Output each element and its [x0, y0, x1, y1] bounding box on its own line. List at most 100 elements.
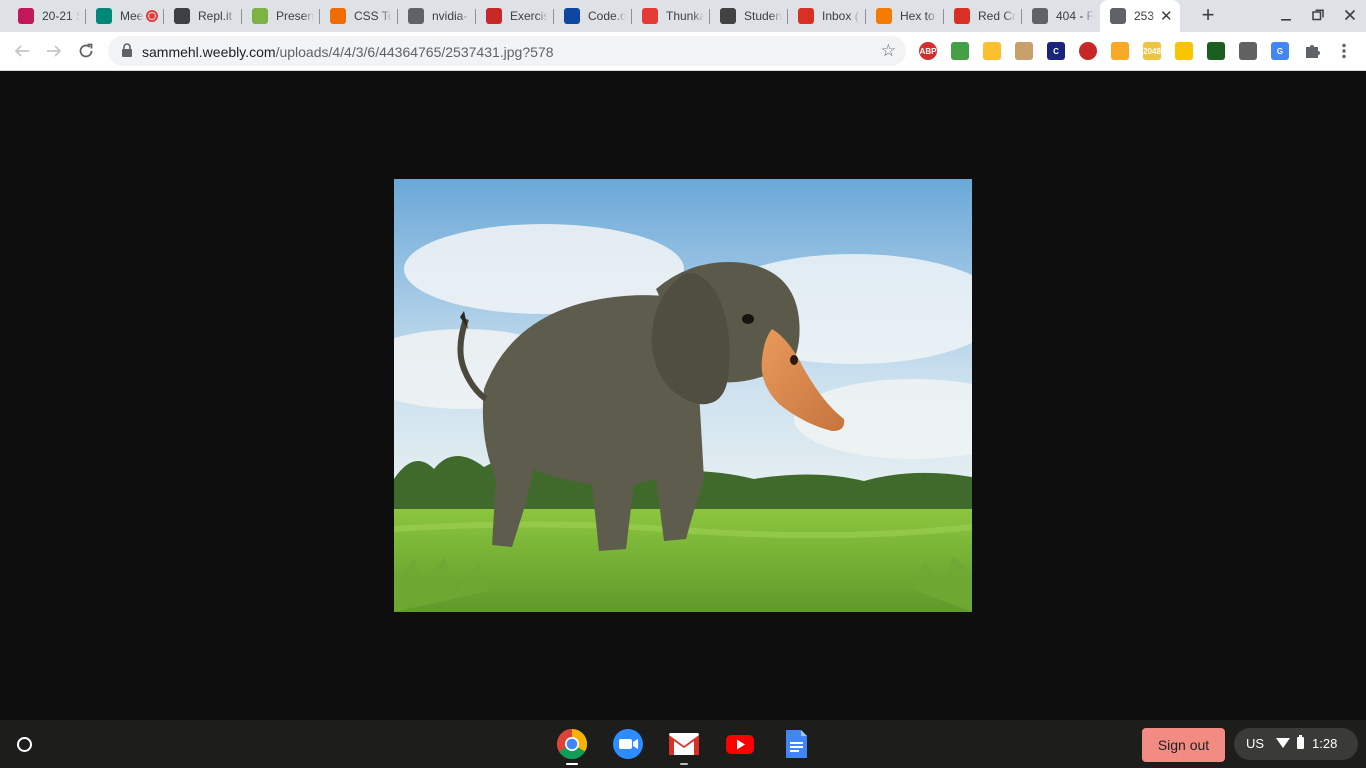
tab-list: 20-21 S Mee Repl.it - Present CSS To nvidia- E…: [8, 0, 1180, 32]
c-extension-icon[interactable]: C: [1047, 42, 1065, 60]
image-viewer: [0, 71, 1366, 720]
url-host: sammehl.weebly.com: [142, 44, 276, 60]
tab-label: 404 - F: [1056, 9, 1094, 23]
globe-icon: [408, 8, 424, 24]
minimize-button[interactable]: [1276, 6, 1296, 26]
tab-label: 253: [1134, 9, 1155, 23]
tab-label: CSS To: [354, 9, 392, 23]
tab-label: Repl.it -: [198, 9, 236, 23]
classroom-share-icon[interactable]: [1111, 42, 1129, 60]
docs-logo-icon: [786, 730, 807, 758]
pear-deck-icon: [252, 8, 268, 24]
close-icon: [1344, 9, 1356, 21]
tab-label: Exercis: [510, 9, 548, 23]
more-vert-icon: [1342, 43, 1346, 59]
globe-icon: [1110, 8, 1126, 24]
chrome-menu-button[interactable]: [1332, 39, 1356, 63]
tab[interactable]: nvidia-: [398, 0, 476, 32]
tab-active[interactable]: 253 ✕: [1100, 0, 1180, 32]
tab-label: Mee: [120, 9, 144, 23]
tab[interactable]: Present: [242, 0, 320, 32]
tab-label: Red Cr: [978, 9, 1016, 23]
sign-out-button[interactable]: Sign out: [1142, 728, 1225, 762]
reload-icon: [79, 43, 93, 58]
code-org-icon: [564, 8, 580, 24]
yellow-extension-icon[interactable]: [1175, 42, 1193, 60]
docs-app-icon[interactable]: [780, 728, 812, 760]
extensions-menu-button[interactable]: [1300, 39, 1324, 63]
tab[interactable]: Thunka: [632, 0, 710, 32]
gmail-app-icon[interactable]: [668, 728, 700, 765]
codecombat-icon: [486, 8, 502, 24]
tab-label: Present: [276, 9, 314, 23]
tab[interactable]: 404 - F: [1022, 0, 1100, 32]
tab[interactable]: Exercis: [476, 0, 554, 32]
rocket-icon[interactable]: [1239, 42, 1257, 60]
restore-icon: [1312, 9, 1324, 21]
youtube-app-icon[interactable]: [724, 728, 756, 760]
doge-icon[interactable]: [1015, 42, 1033, 60]
recording-icon: [146, 10, 158, 22]
tab-label: Inbox (: [822, 9, 859, 23]
tab[interactable]: Studen: [710, 0, 788, 32]
bookmark-star-icon[interactable]: ☆: [881, 41, 896, 61]
running-indicator: [566, 763, 578, 765]
zoom-app-icon[interactable]: [612, 728, 644, 760]
tab[interactable]: Inbox (: [788, 0, 866, 32]
gmail-logo-icon: [669, 733, 699, 755]
tab[interactable]: Red Cr: [944, 0, 1022, 32]
tab-label: Studen: [744, 9, 782, 23]
youtube-logo-icon: [726, 735, 754, 754]
browser-toolbar: sammehl.weebly.com/uploads/4/4/3/6/44364…: [0, 32, 1366, 71]
gmail-icon: [954, 8, 970, 24]
puzzle-icon: [1306, 45, 1320, 58]
chrome-app-icon[interactable]: [556, 728, 588, 765]
forward-arrow-icon: [47, 45, 62, 57]
weebly-icon: [720, 8, 736, 24]
chromeos-shelf: Sign out US 1:28: [0, 720, 1366, 768]
url-text[interactable]: sammehl.weebly.com/uploads/4/4/3/6/44364…: [142, 44, 553, 60]
new-tab-button[interactable]: +: [1196, 4, 1220, 28]
thunkable-icon: [642, 8, 658, 24]
clock: 1:28: [1312, 736, 1338, 751]
google-translate-icon[interactable]: G: [1271, 42, 1289, 60]
minimize-icon: [1281, 19, 1291, 21]
tab-label: Code.o: [588, 9, 626, 23]
elephant-duck-photo[interactable]: [394, 179, 972, 612]
tab[interactable]: 20-21 S: [8, 0, 86, 32]
classroom-icon: [18, 8, 34, 24]
zoom-logo-icon: [613, 729, 643, 759]
tab-label: Thunka: [666, 9, 704, 23]
launcher-button[interactable]: [12, 732, 36, 756]
tab-label: Hex to: [900, 9, 935, 23]
tab[interactable]: Mee: [86, 0, 164, 32]
tab[interactable]: Hex to: [866, 0, 944, 32]
running-indicator: [680, 763, 688, 765]
status-tray[interactable]: US 1:28: [1234, 728, 1358, 760]
game-2048-icon[interactable]: 2048: [1143, 42, 1161, 60]
tab[interactable]: Code.o: [554, 0, 632, 32]
adblock-plus-icon[interactable]: ABP: [919, 42, 937, 60]
input-method-indicator: US: [1246, 736, 1265, 751]
close-tab-icon[interactable]: ✕: [1160, 7, 1174, 25]
close-window-button[interactable]: [1340, 6, 1360, 26]
forward-button[interactable]: [42, 39, 66, 63]
rapidtables-icon: [876, 8, 892, 24]
globe-icon: [1032, 8, 1048, 24]
tab-resize-icon[interactable]: [983, 42, 1001, 60]
wifi-icon: [1276, 738, 1290, 748]
tab[interactable]: Repl.it -: [164, 0, 242, 32]
printer-friendly-icon[interactable]: [951, 42, 969, 60]
reload-button[interactable]: [74, 39, 98, 63]
url-path: /uploads/4/4/3/6/44364765/2537431.jpg?57…: [275, 44, 554, 60]
replit-icon: [174, 8, 190, 24]
matrix-icon[interactable]: [1207, 42, 1225, 60]
restore-button[interactable]: [1308, 6, 1328, 26]
tab[interactable]: CSS To: [320, 0, 398, 32]
back-arrow-icon: [14, 45, 29, 57]
red-circle-extension-icon[interactable]: [1079, 42, 1097, 60]
lock-icon[interactable]: [121, 43, 133, 58]
address-bar[interactable]: sammehl.weebly.com/uploads/4/4/3/6/44364…: [108, 36, 906, 66]
tab-strip: 20-21 S Mee Repl.it - Present CSS To nvidia- E…: [0, 0, 1366, 32]
back-button[interactable]: [10, 39, 34, 63]
